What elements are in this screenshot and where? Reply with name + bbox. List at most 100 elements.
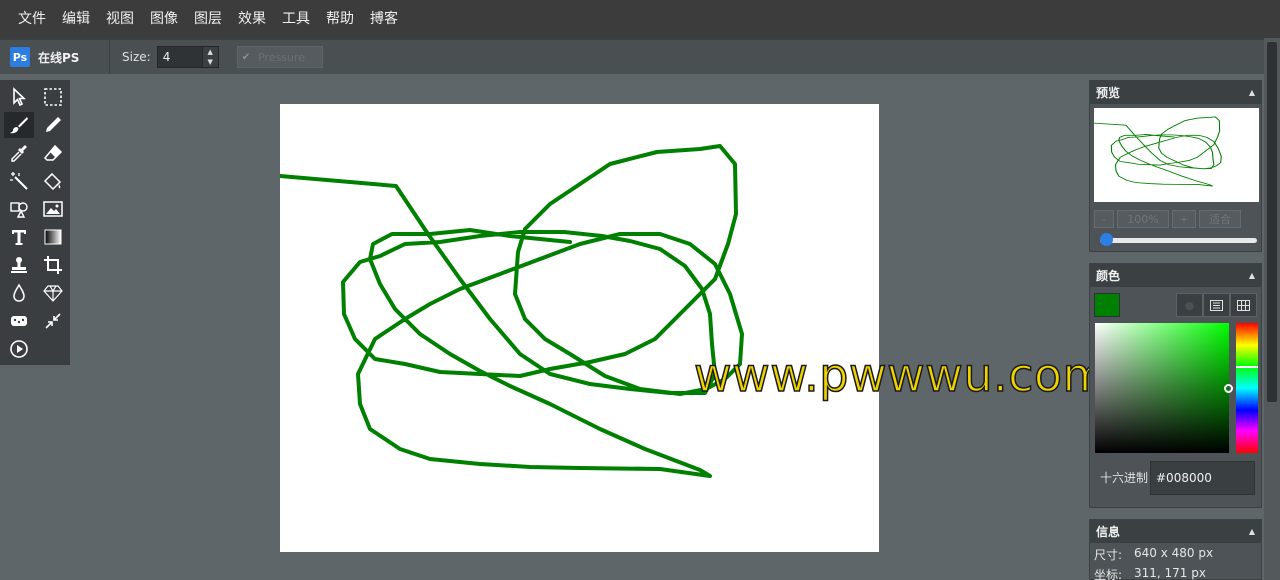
panels-scrollbar[interactable] [1264,38,1280,580]
zoom-slider-handle[interactable] [1100,233,1113,246]
gradient-icon [44,229,62,245]
color-panel-header[interactable]: 颜色 ▲ [1090,264,1261,287]
zoom-fit-button[interactable]: 适合 [1199,210,1241,228]
info-size-key: 尺寸: [1094,548,1123,562]
app-name: 在线PS [38,50,80,65]
info-panel-header[interactable]: 信息 ▲ [1090,520,1261,543]
menu-tools[interactable]: 工具 [274,0,318,38]
info-coord-key: 坐标: [1094,568,1123,580]
color-swatch-row: ● [1094,293,1257,317]
zoom-level[interactable]: 100% [1117,210,1169,228]
tool-magic-wand[interactable] [4,168,34,194]
options-toolbar: Ps 在线PS Size: 4 ▲ ▼ ✔ Pressure [0,38,1280,74]
color-wheel-mode-icon[interactable]: ● [1176,293,1203,317]
tool-resize[interactable] [38,308,68,334]
pencil-icon [46,117,61,132]
collapse-caret-icon[interactable]: ▲ [1249,271,1255,280]
tool-shapes[interactable] [4,196,34,222]
tool-eraser[interactable] [38,140,68,166]
collapse-caret-icon[interactable]: ▲ [1249,88,1255,97]
stepper-down-icon[interactable]: ▼ [207,58,212,66]
marquee-select-icon [44,88,62,106]
color-grid-mode-icon[interactable] [1230,293,1257,317]
info-size-row: 尺寸: 640 x 480 px [1090,543,1261,563]
menu-edit[interactable]: 编辑 [54,0,98,38]
saturation-value-field[interactable] [1095,323,1229,453]
color-list-mode-icon[interactable] [1203,293,1230,317]
preview-panel: 预览 ▲ - 100% + 适合 [1089,80,1262,252]
brush-stroke [280,144,744,478]
info-panel: 信息 ▲ 尺寸: 640 x 480 px 坐标: 311, 171 px [1089,519,1262,580]
menu-layers[interactable]: 图层 [186,0,230,38]
text-icon [12,230,26,245]
size-input[interactable]: 4 [156,46,203,68]
hue-slider[interactable] [1236,323,1258,453]
crop-icon [44,256,62,274]
hue-slider-marker[interactable] [1236,366,1258,368]
blur-drop-icon [13,283,25,302]
preview-stroke [1093,116,1222,187]
menu-view[interactable]: 视图 [98,0,142,38]
tool-fill[interactable] [38,168,68,194]
menu-file[interactable]: 文件 [10,0,54,38]
sharpen-diamond-icon [43,285,63,302]
resize-arrows-icon [45,313,61,329]
drawing-canvas[interactable] [280,104,879,552]
collapse-caret-icon[interactable]: ▲ [1249,527,1255,536]
info-coord-value: 311, 171 px [1134,566,1206,580]
eraser-icon [43,144,63,161]
brush-icon [10,117,28,134]
clone-stamp-icon [11,257,27,273]
tool-text[interactable] [4,224,34,250]
info-panel-title: 信息 [1096,525,1121,539]
color-picker-knob[interactable] [1224,384,1233,393]
app-logo: Ps 在线PS [0,40,110,74]
info-coord-row: 坐标: 311, 171 px [1090,563,1261,580]
tool-sponge[interactable] [4,308,34,334]
preview-thumbnail[interactable] [1093,108,1259,202]
color-panel: 颜色 ▲ ● 十六进制 #008000 [1089,263,1262,508]
hex-row: 十六进制 #008000 [1094,461,1257,495]
tool-blur[interactable] [4,280,34,306]
zoom-slider[interactable] [1094,233,1257,246]
image-icon [43,201,63,217]
select-arrow-icon [13,87,27,107]
scrollbar-thumb[interactable] [1267,42,1277,402]
tool-crop[interactable] [38,252,68,278]
preview-drawing [1093,116,1222,187]
tool-select[interactable] [4,84,34,110]
tool-pencil[interactable] [38,112,68,138]
tool-brush[interactable] [4,112,34,138]
stepper-up-icon[interactable]: ▲ [207,48,212,56]
menu-effects[interactable]: 效果 [230,0,274,38]
preview-panel-header[interactable]: 预览 ▲ [1090,81,1261,104]
zoom-in-button[interactable]: + [1172,210,1196,228]
pressure-toggle[interactable]: ✔ Pressure [236,46,323,68]
hex-label: 十六进制 [1100,470,1149,485]
zoom-slider-track[interactable] [1100,238,1257,243]
checkmark-icon: ✔ [241,51,251,63]
size-label: Size: [122,50,151,64]
watermark-text: www.pwwwu.com [693,347,1108,403]
menu-blog[interactable]: 搏客 [362,0,406,38]
tool-marquee[interactable] [38,84,68,110]
brush-size-control: Size: 4 ▲ ▼ [122,46,219,68]
tool-play[interactable] [4,336,34,362]
color-mode-buttons: ● [1176,293,1257,317]
eyedropper-icon [11,145,27,162]
zoom-controls: - 100% + 适合 [1094,210,1261,228]
hex-input[interactable]: #008000 [1150,461,1255,495]
current-color-swatch[interactable] [1094,293,1120,317]
tool-sharpen[interactable] [38,280,68,306]
menu-image[interactable]: 图像 [142,0,186,38]
size-stepper[interactable]: ▲ ▼ [202,46,219,68]
menu-help[interactable]: 帮助 [318,0,362,38]
tool-clone-stamp[interactable] [4,252,34,278]
sponge-icon [11,316,27,326]
color-panel-title: 颜色 [1096,269,1121,283]
zoom-out-button[interactable]: - [1094,210,1114,228]
shapes-icon [10,202,28,218]
tool-eyedropper[interactable] [4,140,34,166]
tool-gradient[interactable] [38,224,68,250]
tool-image[interactable] [38,196,68,222]
